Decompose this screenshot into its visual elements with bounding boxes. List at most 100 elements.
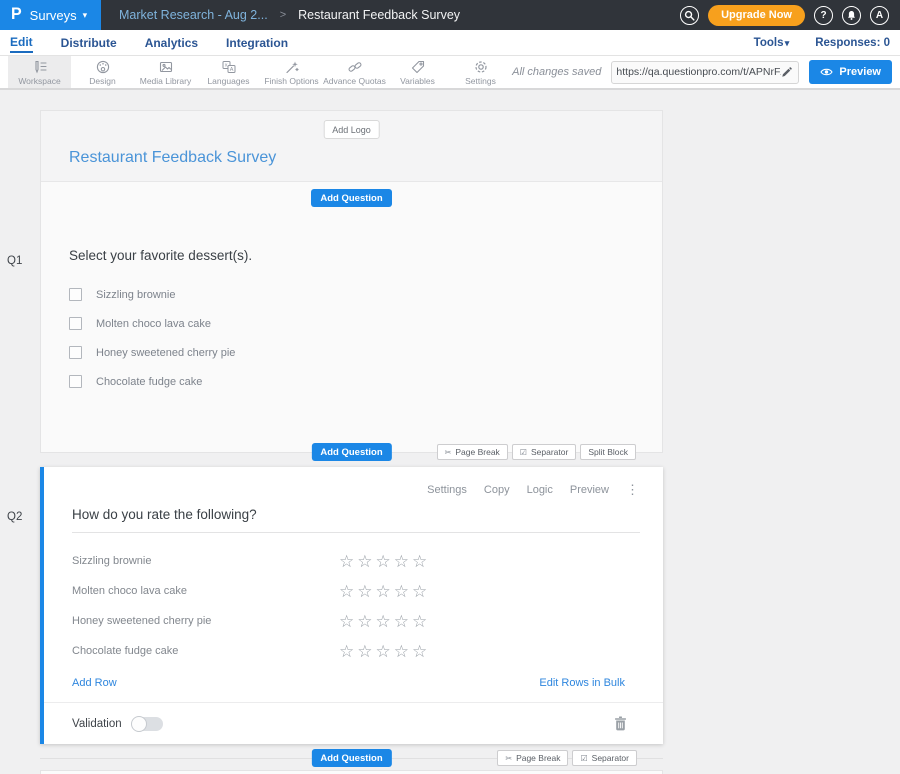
add-question-button-top[interactable]: Add Question [311,189,391,207]
question-logic-link[interactable]: Logic [527,484,553,496]
add-question-button-mid[interactable]: Add Question [311,443,391,461]
star-icon[interactable]: ☆ [376,582,394,601]
edit-toolbar: Workspace Design Media Library xA Langua… [0,56,900,90]
toolbar-item-design[interactable]: Design [71,56,134,88]
q1-options: Sizzling brownie Molten choco lava cake … [69,280,662,396]
q1-question-text[interactable]: Select your favorite dessert(s). [69,248,662,263]
survey-block-2-selected: Settings Copy Logic Preview ⋮ How do you… [40,467,663,744]
option-row[interactable]: Chocolate fudge cake [69,367,662,396]
tab-distribute[interactable]: Distribute [61,33,117,52]
top-bar: P Surveys ▾ Market Research - Aug 2... >… [0,0,900,30]
question-number-q2: Q2 [7,511,22,523]
split-block-button[interactable]: Split Block [580,444,636,460]
option-label: Molten choco lava cake [96,318,211,330]
toolbar-item-media-library[interactable]: Media Library [134,56,197,88]
breadcrumb: Market Research - Aug 2... > Restaurant … [119,8,460,22]
star-icon[interactable]: ☆ [412,552,430,571]
question-preview-link[interactable]: Preview [570,484,609,496]
separator-label: Separator [531,447,568,457]
star-icon[interactable]: ☆ [412,642,430,661]
preview-button[interactable]: Preview [809,60,892,84]
star-icon[interactable]: ☆ [376,642,394,661]
star-rating[interactable]: ☆☆☆☆☆ [339,553,430,570]
delete-question-button[interactable] [614,716,627,731]
star-icon[interactable]: ☆ [357,582,375,601]
toolbar-item-workspace[interactable]: Workspace [8,56,71,88]
separator-button[interactable]: ☑Separator [572,750,637,766]
magic-wand-icon [284,59,300,75]
save-status: All changes saved [512,66,601,78]
toolbar-item-advance-quotas[interactable]: Advance Quotas [323,56,386,88]
option-row[interactable]: Molten choco lava cake [69,309,662,338]
survey-title[interactable]: Restaurant Feedback Survey [69,149,276,167]
add-row-link[interactable]: Add Row [72,677,117,689]
rating-row-label: Honey sweetened cherry pie [72,615,339,627]
page-break-icon: ✂ [445,448,452,457]
star-icon[interactable]: ☆ [357,642,375,661]
kebab-menu-icon[interactable]: ⋮ [626,482,639,498]
star-icon[interactable]: ☆ [376,612,394,631]
question-settings-link[interactable]: Settings [427,484,467,496]
star-icon[interactable]: ☆ [339,552,357,571]
survey-editor-canvas: Q1 Q2 Add Logo Restaurant Feedback Surve… [0,90,900,774]
star-icon[interactable]: ☆ [339,582,357,601]
option-row[interactable]: Honey sweetened cherry pie [69,338,662,367]
preview-button-label: Preview [839,66,881,78]
star-icon[interactable]: ☆ [394,552,412,571]
star-icon[interactable]: ☆ [376,552,394,571]
questionpro-logo-icon: P [11,6,22,25]
account-avatar[interactable]: A [870,6,889,25]
surveys-menu-label: Surveys [30,8,77,23]
toolbar-item-settings[interactable]: Settings [449,56,512,88]
star-rating[interactable]: ☆☆☆☆☆ [339,613,430,630]
palette-icon [95,59,111,75]
help-button[interactable]: ? [814,6,833,25]
image-icon [158,59,174,75]
star-icon[interactable]: ☆ [394,582,412,601]
q2-question-text[interactable]: How do you rate the following? [72,507,640,533]
breadcrumb-folder[interactable]: Market Research - Aug 2... [119,8,268,22]
validation-toggle[interactable] [132,717,163,731]
tab-analytics[interactable]: Analytics [145,33,198,52]
page-break-button[interactable]: ✂Page Break [497,750,568,766]
toolbar-item-languages[interactable]: xA Languages [197,56,260,88]
star-icon[interactable]: ☆ [339,612,357,631]
split-block-label: Split Block [588,447,628,457]
star-icon[interactable]: ☆ [339,642,357,661]
search-button[interactable] [680,6,699,25]
survey-url-box [611,61,799,84]
star-icon[interactable]: ☆ [412,612,430,631]
responses-count[interactable]: Responses: 0 [815,37,890,49]
star-icon[interactable]: ☆ [357,612,375,631]
divider-chips: ✂Page Break ☑Separator Split Block [437,444,662,460]
star-icon[interactable]: ☆ [394,642,412,661]
checkbox[interactable] [69,317,82,330]
survey-url-input[interactable] [616,66,781,78]
tools-dropdown[interactable]: Tools ▾ [754,37,790,49]
option-row[interactable]: Sizzling brownie [69,280,662,309]
edit-rows-in-bulk-link[interactable]: Edit Rows in Bulk [539,677,625,689]
notifications-button[interactable] [842,6,861,25]
star-rating[interactable]: ☆☆☆☆☆ [339,643,430,660]
add-logo-button[interactable]: Add Logo [323,120,380,139]
separator-button[interactable]: ☑Separator [512,444,577,460]
tab-edit[interactable]: Edit [10,32,33,53]
upgrade-now-button[interactable]: Upgrade Now [708,5,805,26]
edit-pencil-icon[interactable] [781,67,792,78]
star-rating[interactable]: ☆☆☆☆☆ [339,583,430,600]
tab-integration[interactable]: Integration [226,33,288,52]
page-break-button[interactable]: ✂Page Break [437,444,508,460]
block-divider-actions-bottom: Add Question ✂Page Break ☑Separator [40,749,663,767]
star-icon[interactable]: ☆ [394,612,412,631]
question-copy-link[interactable]: Copy [484,484,510,496]
checkbox[interactable] [69,288,82,301]
surveys-menu[interactable]: P Surveys ▾ [0,0,101,30]
star-icon[interactable]: ☆ [412,582,430,601]
rating-row: Sizzling brownie ☆☆☆☆☆ [72,546,663,576]
checkbox[interactable] [69,375,82,388]
toolbar-item-variables[interactable]: Variables [386,56,449,88]
checkbox[interactable] [69,346,82,359]
toolbar-item-finish-options[interactable]: Finish Options [260,56,323,88]
add-question-button-bottom[interactable]: Add Question [311,749,391,767]
star-icon[interactable]: ☆ [357,552,375,571]
